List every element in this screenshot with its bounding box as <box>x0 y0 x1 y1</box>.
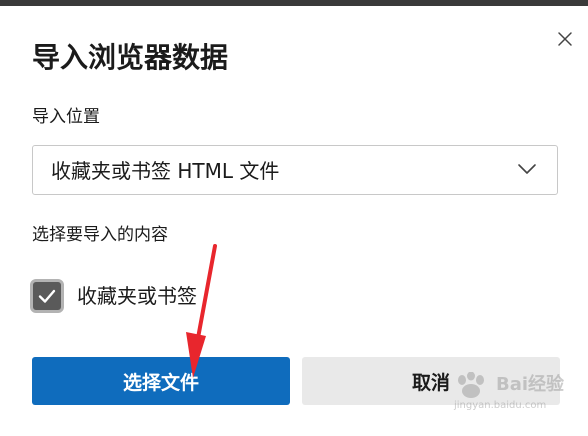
favorites-checkbox[interactable] <box>30 279 64 313</box>
chevron-down-icon <box>518 164 536 174</box>
watermark-text: Bai经验 <box>496 374 565 395</box>
import-location-value: 收藏夹或书签 HTML 文件 <box>51 159 280 183</box>
favorites-checkbox-row[interactable]: 收藏夹或书签 <box>30 274 197 318</box>
baidu-watermark: Bai经验 jingyan.baidu.com <box>452 372 580 424</box>
page: 导入浏览器数据 导入位置 收藏夹或书签 HTML 文件 选择要导入的内容 收藏夹… <box>0 0 588 436</box>
import-content-label: 选择要导入的内容 <box>32 225 168 245</box>
import-location-select[interactable]: 收藏夹或书签 HTML 文件 <box>32 145 558 195</box>
dialog-title: 导入浏览器数据 <box>32 41 229 74</box>
import-location-label: 导入位置 <box>32 107 100 127</box>
paw-logo-icon <box>458 372 484 398</box>
favorites-checkbox-label: 收藏夹或书签 <box>77 284 197 308</box>
choose-file-button[interactable]: 选择文件 <box>32 357 290 405</box>
watermark-url: jingyan.baidu.com <box>454 400 547 411</box>
close-button[interactable] <box>552 26 578 52</box>
close-icon <box>558 32 572 46</box>
checkmark-icon <box>38 289 56 303</box>
